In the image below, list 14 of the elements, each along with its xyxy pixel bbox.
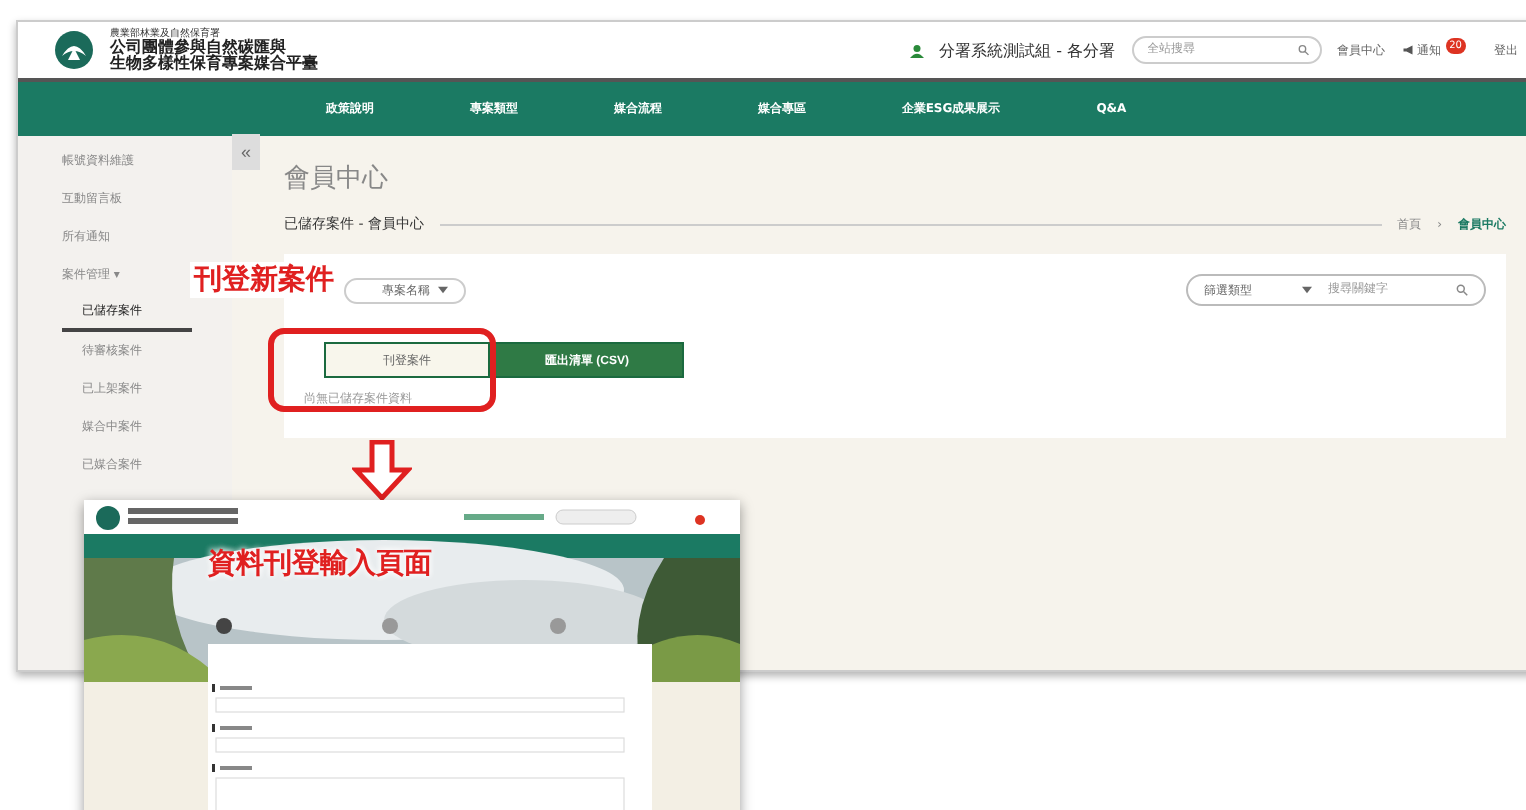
inset-caption: 資料刊登輸入頁面 bbox=[208, 546, 432, 582]
page-title: 會員中心 bbox=[284, 162, 388, 196]
search-icon bbox=[1298, 44, 1310, 56]
logo-icon bbox=[54, 30, 94, 70]
user-icon bbox=[909, 43, 924, 57]
site-title: 公司團體參與自然碳匯與 bbox=[110, 39, 286, 55]
site-title: 生物多樣性保育專案媒合平臺 bbox=[110, 55, 318, 71]
caret-icon bbox=[438, 286, 448, 294]
search-icon bbox=[1456, 284, 1468, 296]
caret-icon bbox=[1302, 286, 1312, 294]
user-name: 分署系統測試組 - 各分署 bbox=[939, 39, 1116, 61]
annotation-label: 刊登新案件 bbox=[190, 262, 338, 298]
collapse-button[interactable]: « bbox=[232, 134, 260, 170]
megaphone-icon bbox=[1401, 44, 1414, 56]
